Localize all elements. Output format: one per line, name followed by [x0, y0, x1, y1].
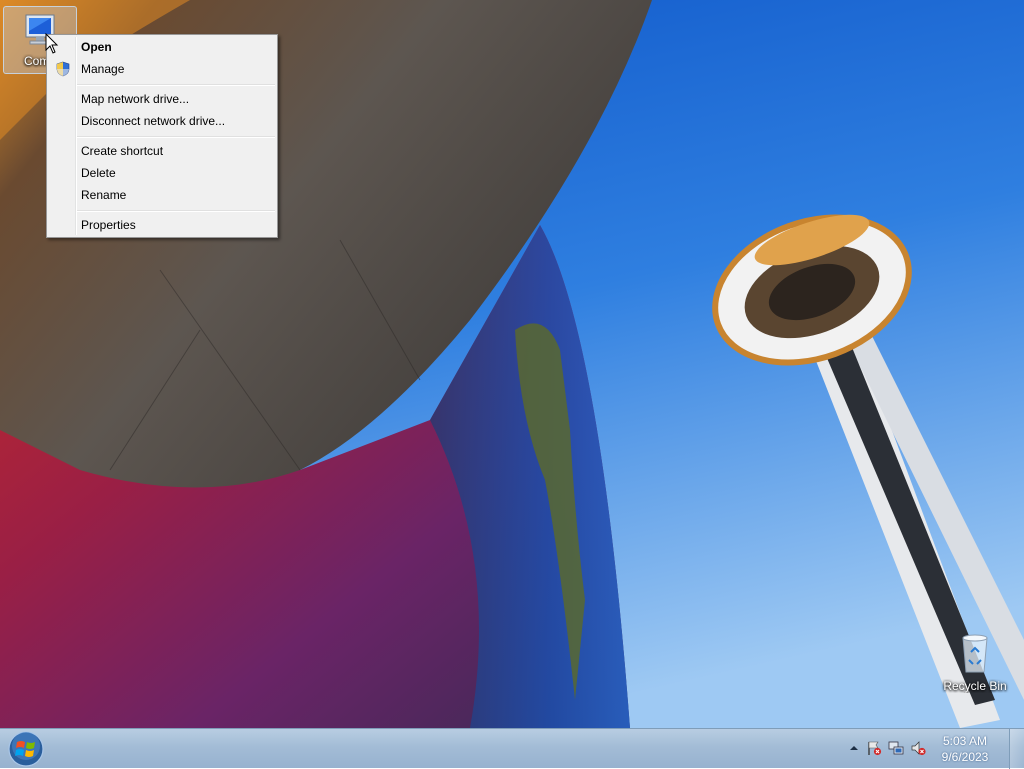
menu-item-create-shortcut[interactable]: Create shortcut — [49, 140, 275, 162]
uac-shield-icon — [56, 61, 70, 77]
menu-item-disconnect-network-drive[interactable]: Disconnect network drive... — [49, 110, 275, 132]
start-button[interactable] — [6, 730, 46, 768]
menu-separator — [77, 84, 275, 86]
clock[interactable]: 5:03 AM 9/6/2023 — [930, 733, 1000, 765]
volume-muted-icon[interactable] — [910, 740, 926, 756]
menu-item-delete[interactable]: Delete — [49, 162, 275, 184]
menu-item-open[interactable]: Open — [49, 36, 275, 58]
menu-item-label: Manage — [81, 62, 125, 76]
desktop-icon-recycle-bin[interactable]: Recycle Bin — [938, 632, 1012, 693]
clock-time: 5:03 AM — [942, 734, 988, 748]
mouse-cursor-icon — [45, 33, 59, 54]
menu-separator — [77, 210, 275, 212]
show-hidden-icons-arrow[interactable] — [846, 740, 862, 756]
menu-separator — [77, 136, 275, 138]
menu-item-rename[interactable]: Rename — [49, 184, 275, 206]
menu-item-map-network-drive[interactable]: Map network drive... — [49, 88, 275, 110]
system-tray: 5:03 AM 9/6/2023 — [834, 729, 1024, 769]
menu-item-properties[interactable]: Properties — [49, 214, 275, 236]
clock-date: 9/6/2023 — [941, 750, 989, 764]
action-center-flag-icon[interactable] — [866, 740, 882, 756]
desktop-icon-label: Recycle Bin — [943, 679, 1007, 693]
context-menu: Open Manage Map network drive... Disconn… — [46, 34, 278, 238]
recycle-bin-icon — [962, 634, 988, 673]
network-icon[interactable] — [888, 740, 904, 756]
show-desktop-button[interactable] — [1009, 729, 1024, 769]
taskbar: 5:03 AM 9/6/2023 — [0, 728, 1024, 769]
menu-item-manage[interactable]: Manage — [49, 58, 275, 80]
